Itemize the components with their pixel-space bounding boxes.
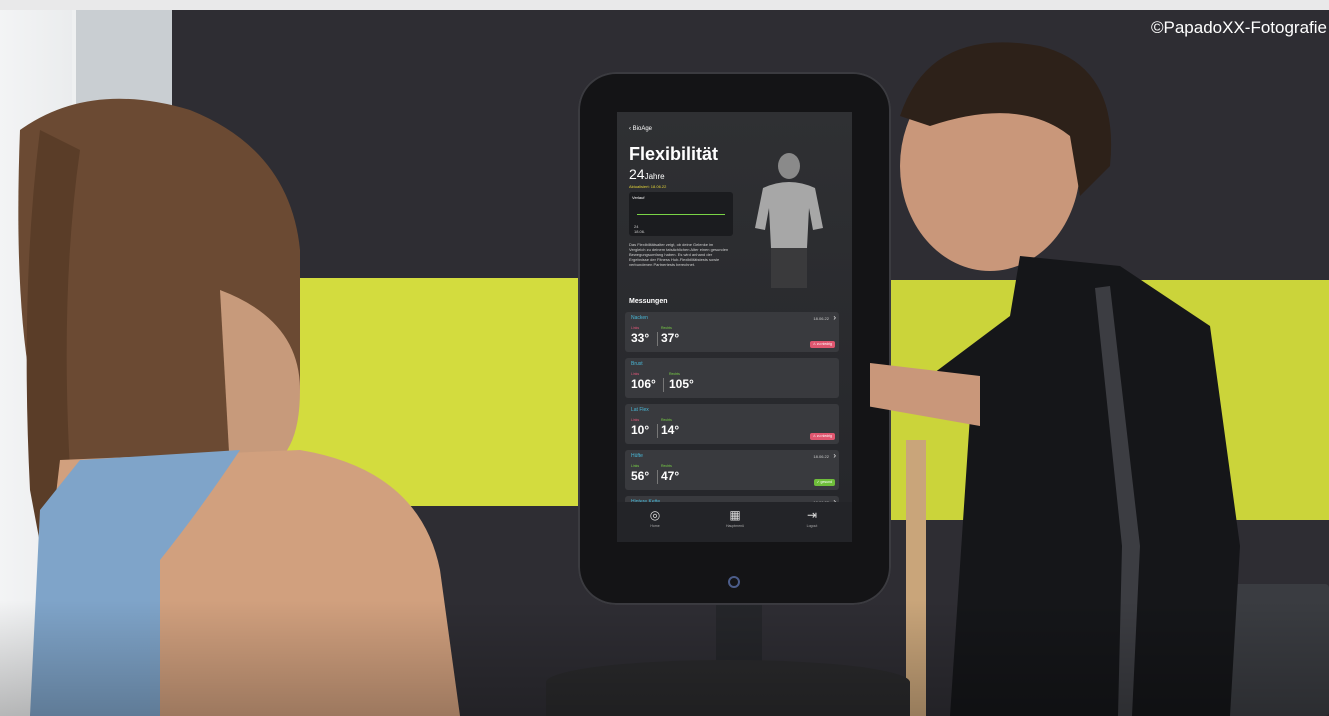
value-divider (663, 378, 664, 392)
grid-icon: ▦ (729, 508, 741, 522)
nav-label: Logout (806, 524, 818, 528)
age-value: 24 (629, 166, 645, 182)
status-badge-text: gesund (820, 480, 832, 484)
card-date: 18.06.22 (813, 454, 829, 459)
description-text: Das Flexibilitätsalter zeigt, ob deine G… (629, 242, 729, 267)
nav-label: Home (650, 524, 660, 528)
back-button[interactable]: ‹ BioAge (629, 126, 652, 132)
chart-value-date: 18.06. (634, 229, 646, 234)
right-value: 37° (661, 331, 680, 345)
logout-icon: ⇥ (806, 508, 818, 522)
card-name: Hüfte (631, 453, 643, 459)
status-badge-text: zu niedrig (816, 434, 832, 438)
chart-label: Verlauf (632, 195, 645, 200)
status-badge: ✓ gesund (813, 479, 835, 486)
back-label: BioAge (632, 126, 653, 132)
left-label: Links (631, 418, 640, 422)
left-value: 33° (631, 331, 650, 345)
age-unit: Jahre (644, 172, 665, 181)
nav-logout[interactable]: ⇥ Logout (792, 508, 832, 528)
right-label: Rechts (661, 418, 672, 422)
value-divider (657, 424, 658, 438)
photo-scene: ‹ BioAge Flexibilität 24Jahre Aktualisie… (0, 0, 1329, 716)
chevron-right-icon: › (833, 451, 836, 460)
home-icon: ◎ (649, 508, 661, 522)
card-date: 18.06.22 (813, 316, 829, 321)
value-divider (657, 332, 658, 346)
left-label: Links (631, 372, 640, 376)
left-label: Links (631, 464, 640, 468)
nav-main-menu[interactable]: ▦ Hauptmenü (715, 508, 755, 528)
nav-home[interactable]: ◎ Home (635, 508, 675, 528)
screen-title: Flexibilität (629, 144, 719, 164)
status-badge-text: zu niedrig (816, 342, 832, 346)
measurement-card-lat-flex[interactable]: Lat Flex Links Rechts 10° 14° ⚠ zu niedr… (625, 404, 839, 444)
chart-value: 24 18.06. (634, 224, 645, 234)
value-divider (657, 470, 658, 484)
chart-line (637, 214, 725, 215)
updated-text: Aktualisiert: 18.06.22 (629, 184, 667, 189)
measurement-card-nacken[interactable]: Nacken 18.06.22 › Links Rechts 33° 37° ⚠… (625, 312, 839, 352)
right-value: 105° (669, 377, 694, 391)
measurement-card-huefte[interactable]: Hüfte 18.06.22 › Links Rechts 56° 47° ✓ … (625, 450, 839, 490)
floor-shadow (0, 600, 1329, 716)
left-value: 106° (631, 377, 656, 391)
nav-label: Hauptmenü (725, 524, 745, 528)
left-value: 56° (631, 469, 650, 483)
card-name: Nacken (631, 315, 648, 321)
right-label: Rechts (661, 464, 672, 468)
right-value: 47° (661, 469, 680, 483)
measurements-heading: Messungen (629, 298, 668, 305)
photo-credit: ©PapadoXX-Fotografie (1150, 18, 1327, 37)
card-name: Lat Flex (631, 407, 649, 413)
age-display: 24Jahre (629, 166, 665, 182)
left-value: 10° (631, 423, 650, 437)
history-chart[interactable]: Verlauf 24 18.06. (629, 192, 733, 236)
status-badge: ⚠ zu niedrig (809, 341, 835, 348)
terminal-screen: ‹ BioAge Flexibilität 24Jahre Aktualisie… (617, 112, 852, 542)
measurement-card-brust[interactable]: Brust Links Rechts 106° 105° (625, 358, 839, 398)
right-label: Rechts (669, 372, 680, 376)
athlete-image (755, 153, 823, 288)
right-value: 14° (661, 423, 680, 437)
chevron-right-icon: › (833, 313, 836, 322)
terminal-home-button[interactable] (728, 576, 740, 588)
status-badge: ⚠ zu niedrig (809, 433, 835, 440)
bottom-nav: ◎ Home ▦ Hauptmenü ⇥ Logout (617, 502, 852, 542)
left-label: Links (631, 326, 640, 330)
right-label: Rechts (661, 326, 672, 330)
card-name: Brust (631, 361, 643, 367)
